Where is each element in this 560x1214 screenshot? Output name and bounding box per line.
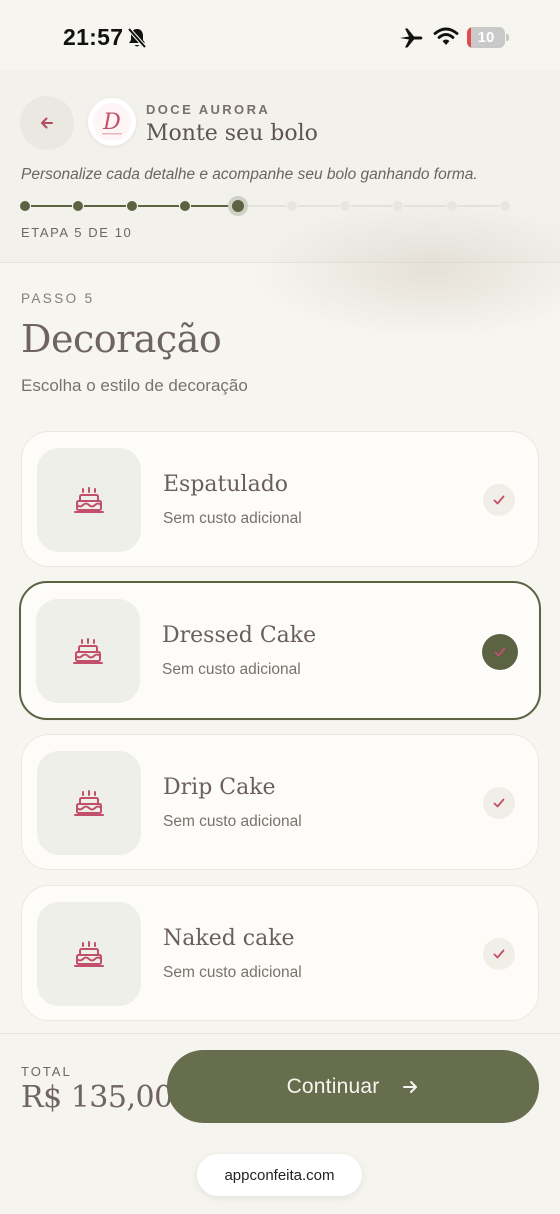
option-price: Sem custo adicional <box>163 510 302 527</box>
cake-icon <box>73 637 103 665</box>
progress-connector <box>297 205 339 207</box>
total-value: R$ 135,00 <box>21 1080 173 1115</box>
progress-connector <box>31 205 73 207</box>
url-bar[interactable]: appconfeita.com <box>197 1154 362 1196</box>
continue-button[interactable]: Continuar <box>167 1050 539 1123</box>
progress-connector <box>457 205 499 207</box>
progress-step-6 <box>286 201 297 211</box>
page-subtitle: Personalize cada detalhe e acompanhe seu… <box>21 166 478 183</box>
status-time: 21:57 <box>63 24 124 50</box>
header: D DOCE AURORA Monte seu bolo Personalize… <box>0 70 560 340</box>
battery-icon: 10 <box>467 27 509 48</box>
option-card-dressed-cake[interactable]: Dressed Cake Sem custo adicional <box>19 581 541 720</box>
progress-step-5 <box>228 196 249 216</box>
option-price: Sem custo adicional <box>163 964 302 981</box>
progress-connector <box>244 205 286 207</box>
progress-stepper <box>20 195 510 217</box>
progress-connector <box>351 205 393 207</box>
page-title: Monte seu bolo <box>146 121 318 146</box>
option-name: Drip Cake <box>163 775 276 800</box>
step-counter: ETAPA 5 DE 10 <box>21 225 133 240</box>
bell-slash-icon <box>127 27 147 49</box>
option-thumbnail <box>37 448 141 552</box>
option-thumbnail <box>37 751 141 855</box>
progress-step-9 <box>446 201 457 211</box>
option-thumbnail <box>36 599 140 703</box>
progress-step-4 <box>180 201 190 211</box>
option-price: Sem custo adicional <box>162 661 301 678</box>
check-icon <box>483 938 515 970</box>
cake-icon <box>74 486 104 514</box>
arrow-left-icon <box>41 117 53 129</box>
option-card-espatulado[interactable]: Espatulado Sem custo adicional <box>21 431 539 567</box>
arrow-right-icon <box>403 1080 418 1093</box>
cake-icon <box>74 789 104 817</box>
progress-connector <box>84 205 126 207</box>
back-button[interactable] <box>20 96 74 150</box>
continue-label: Continuar <box>286 1074 380 1098</box>
progress-connector <box>191 205 233 207</box>
battery-level: 10 <box>477 29 495 46</box>
progress-connector <box>137 205 179 207</box>
progress-step-8 <box>393 201 404 211</box>
progress-connector <box>404 205 446 207</box>
airplane-icon <box>400 28 423 48</box>
option-name: Dressed Cake <box>162 623 317 648</box>
option-name: Naked cake <box>163 926 295 951</box>
progress-step-3 <box>126 201 137 211</box>
brand-logo: D <box>88 98 136 146</box>
check-icon <box>483 484 515 516</box>
option-card-naked-cake[interactable]: Naked cake Sem custo adicional <box>21 885 539 1021</box>
wifi-icon <box>433 27 459 45</box>
option-price: Sem custo adicional <box>163 813 302 830</box>
progress-step-7 <box>340 201 350 211</box>
brand-name: DOCE AURORA <box>146 102 271 117</box>
check-icon <box>482 634 518 670</box>
option-card-drip-cake[interactable]: Drip Cake Sem custo adicional <box>21 734 539 870</box>
progress-step-1 <box>20 201 30 211</box>
progress-step-10 <box>500 201 510 211</box>
footer-bar: TOTAL R$ 135,00 Continuar appconfeita.co… <box>0 1033 560 1214</box>
option-name: Espatulado <box>163 472 289 497</box>
section-description: Escolha o estilo de decoração <box>21 376 248 395</box>
progress-step-2 <box>73 201 84 211</box>
cake-icon <box>74 940 104 968</box>
total-label: TOTAL <box>21 1064 72 1079</box>
check-icon <box>483 787 515 819</box>
svg-text:D: D <box>102 110 121 135</box>
option-thumbnail <box>37 902 141 1006</box>
status-bar: 21:57 10 <box>0 0 560 70</box>
section-title: Decoração <box>21 317 222 361</box>
step-label: PASSO 5 <box>21 291 95 306</box>
